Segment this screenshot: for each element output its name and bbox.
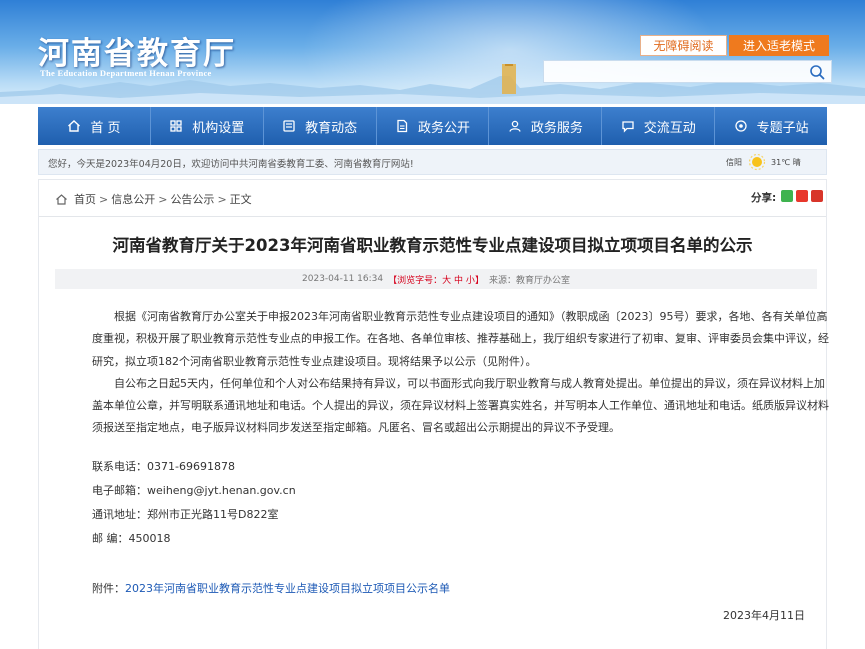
- accessible-reading-button[interactable]: 无障碍阅读: [640, 35, 727, 56]
- wechat-share-icon[interactable]: [781, 190, 793, 202]
- article-datetime: 2023-04-11 16:34: [302, 274, 384, 284]
- site-subtitle: The Education Department Henan Province: [40, 68, 212, 78]
- content-panel: 首页 > 信息公开 > 公告公示 > 正文 分享: 河南省教育厅关于2023年河…: [38, 179, 829, 649]
- article-paragraph: 根据《河南省教育厅办公室关于申报2023年河南省职业教育示范性专业点建设项目的通…: [92, 310, 829, 368]
- font-size-small[interactable]: 小: [466, 276, 475, 286]
- breadcrumb-home[interactable]: 首页: [74, 191, 96, 207]
- font-size-selector: 【浏览字号：大 中 小】: [388, 273, 484, 286]
- breadcrumb-home-icon: [56, 193, 67, 205]
- contact-email: 电子邮箱：weiheng@jyt.henan.gov.cn: [92, 484, 296, 497]
- contact-phone: 联系电话：0371-69691878: [92, 460, 235, 473]
- home-icon: [68, 120, 81, 132]
- contact-postcode: 邮 编：450018: [92, 532, 171, 545]
- topic-icon: [734, 120, 747, 132]
- contact-address: 通讯地址：郑州市正光路11号D822室: [92, 508, 279, 521]
- article-source: 来源：教育厅办公室: [488, 275, 570, 286]
- chat-icon: [622, 121, 634, 133]
- nav-item-disclosure[interactable]: 政务公开: [377, 107, 490, 145]
- nav-item-news[interactable]: 教育动态: [264, 107, 377, 145]
- font-size-label: 【浏览字号：: [388, 275, 443, 286]
- nav-item-interaction[interactable]: 交流互动: [602, 107, 716, 145]
- nav-label: 专题子站: [756, 120, 809, 136]
- nav-item-topics[interactable]: 专题子站: [715, 107, 827, 145]
- nav-item-service[interactable]: 政务服务: [489, 107, 603, 145]
- article-date: 2023年4月11日: [723, 609, 805, 622]
- attachment-label: 附件：: [92, 582, 125, 595]
- nav-item-org[interactable]: 机构设置: [151, 107, 264, 145]
- share-label: 分享:: [751, 192, 777, 204]
- news-icon: [283, 120, 295, 132]
- site-header: 河南省教育厅 The Education Department Henan Pr…: [0, 0, 865, 104]
- article-title: 河南省教育厅关于2023年河南省职业教育示范性专业点建设项目拟立项项目名单的公示: [112, 236, 753, 255]
- nav-item-home[interactable]: 首 页: [38, 107, 151, 145]
- attachment-link[interactable]: 2023年河南省职业教育示范性专业点建设项目拟立项项目公示名单: [125, 582, 450, 595]
- search-icon[interactable]: [809, 64, 825, 80]
- org-icon: [170, 120, 182, 132]
- sun-icon: [748, 153, 766, 171]
- share-icons: [781, 190, 823, 202]
- site-title: 河南省教育厅: [38, 36, 236, 72]
- elder-mode-button[interactable]: 进入适老模式: [729, 35, 829, 56]
- welcome-bar: 您好，今天是2023年04月20日，欢迎访问中共河南省委教育工委、河南省教育厅网…: [38, 149, 827, 175]
- weather-temp: 31℃ 晴: [771, 158, 801, 167]
- article-meta: 2023-04-11 16:34 【浏览字号：大 中 小】 来源：教育厅办公室: [55, 269, 817, 289]
- nav-label: 机构设置: [192, 120, 245, 136]
- nav-label: 教育动态: [305, 120, 358, 136]
- service-icon: [509, 120, 521, 132]
- qzone-share-icon[interactable]: [811, 190, 823, 202]
- font-size-close: 】: [474, 275, 484, 286]
- nav-label: 首 页: [90, 120, 121, 136]
- welcome-text: 您好，今天是2023年04月20日，欢迎访问中共河南省委教育工委、河南省教育厅网…: [48, 159, 414, 170]
- breadcrumb-separator: >: [217, 192, 227, 206]
- breadcrumb: 首页 > 信息公开 > 公告公示 > 正文: [55, 191, 252, 207]
- font-size-medium[interactable]: 中: [454, 276, 463, 286]
- breadcrumb-separator: >: [158, 192, 168, 206]
- breadcrumb-info-disclosure[interactable]: 信息公开: [111, 191, 155, 207]
- weibo-share-icon[interactable]: [796, 190, 808, 202]
- nav-label: 政务公开: [418, 120, 471, 136]
- breadcrumb-current: 正文: [229, 193, 252, 206]
- nav-label: 交流互动: [643, 120, 696, 136]
- search-box: [543, 60, 832, 83]
- divider: [39, 216, 826, 217]
- article-body: 根据《河南省教育厅办公室关于申报2023年河南省职业教育示范性专业点建设项目的通…: [92, 306, 832, 440]
- article-paragraph: 自公布之日起5天内，任何单位和个人对公布结果持有异议，可以书面形式向我厅职业教育…: [92, 376, 829, 435]
- attachment: 附件：2023年河南省职业教育示范性专业点建设项目拟立项项目公示名单: [92, 580, 450, 596]
- search-input[interactable]: [544, 61, 804, 82]
- breadcrumb-announcements[interactable]: 公告公示: [170, 191, 214, 207]
- main-nav: 首 页 机构设置 教育动态 政务公开 政务服务 交流互动 专题子站: [38, 107, 827, 145]
- weather-city: 信阳: [726, 158, 742, 167]
- nav-label: 政务服务: [530, 120, 583, 136]
- font-size-large[interactable]: 大: [442, 276, 451, 286]
- doc-icon: [397, 119, 408, 133]
- breadcrumb-separator: >: [99, 192, 109, 206]
